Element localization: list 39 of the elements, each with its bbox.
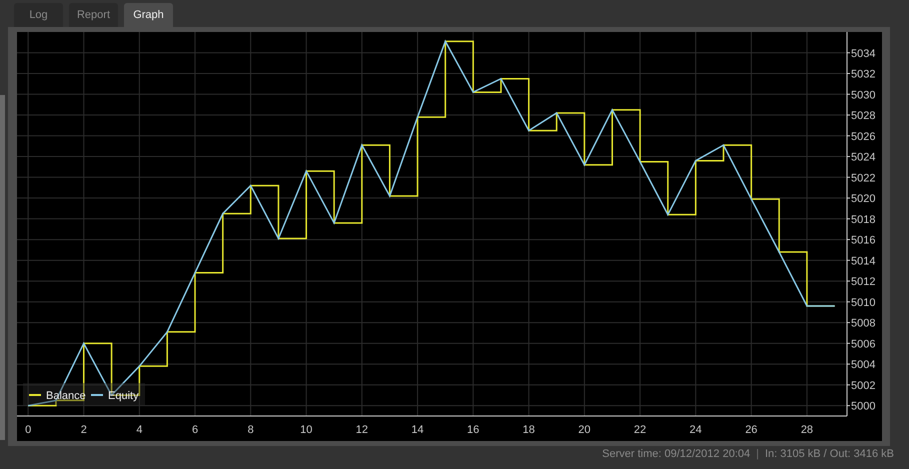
- y-tick-label: 5006: [851, 338, 876, 350]
- traffic-info: In: 3105 kB / Out: 3416 kB: [764, 448, 894, 460]
- y-tick-label: 5024: [851, 152, 876, 164]
- separator: |: [756, 448, 759, 460]
- x-tick-label: 0: [25, 424, 32, 436]
- y-tick-label: 5032: [851, 68, 876, 81]
- x-tick-label: 16: [467, 424, 480, 436]
- y-tick-label: 5014: [851, 255, 876, 268]
- x-tick-label: 6: [192, 424, 198, 436]
- y-tick-label: 5028: [851, 110, 876, 122]
- y-tick-label: 5026: [851, 130, 876, 143]
- y-tick-label: 5034: [851, 48, 876, 60]
- x-tick-label: 12: [356, 424, 368, 436]
- y-tick-label: 5000: [851, 400, 876, 413]
- y-tick-label: 5022: [851, 172, 876, 184]
- y-tick-label: 5012: [851, 276, 876, 288]
- x-tick-label: 22: [634, 424, 646, 436]
- y-tick-label: 5002: [851, 380, 876, 392]
- x-tick-label: 26: [745, 424, 758, 436]
- server-time: Server time: 09/12/2012 20:04: [602, 448, 750, 460]
- y-tick-label: 5004: [851, 359, 876, 372]
- x-tick-label: 24: [690, 424, 702, 436]
- tab[interactable]: Graph: [124, 3, 173, 27]
- x-tick-label: 14: [411, 424, 424, 436]
- y-tick-label: 5008: [851, 318, 876, 330]
- tab[interactable]: Log: [14, 3, 63, 27]
- tab[interactable]: Report: [69, 3, 118, 27]
- y-tick-label: 5016: [851, 234, 876, 247]
- x-tick-label: 4: [136, 424, 142, 436]
- x-tick-label: 20: [578, 424, 591, 436]
- x-tick-label: 2: [80, 424, 87, 436]
- x-tick-label: 8: [248, 424, 254, 436]
- y-tick-label: 5018: [851, 214, 876, 226]
- y-tick-label: 5010: [851, 296, 876, 309]
- x-tick-label: 18: [522, 424, 535, 436]
- x-tick-label: 28: [800, 424, 814, 436]
- y-tick-label: 5030: [851, 89, 876, 102]
- x-tick-label: 10: [300, 424, 312, 436]
- y-tick-label: 5020: [851, 193, 876, 206]
